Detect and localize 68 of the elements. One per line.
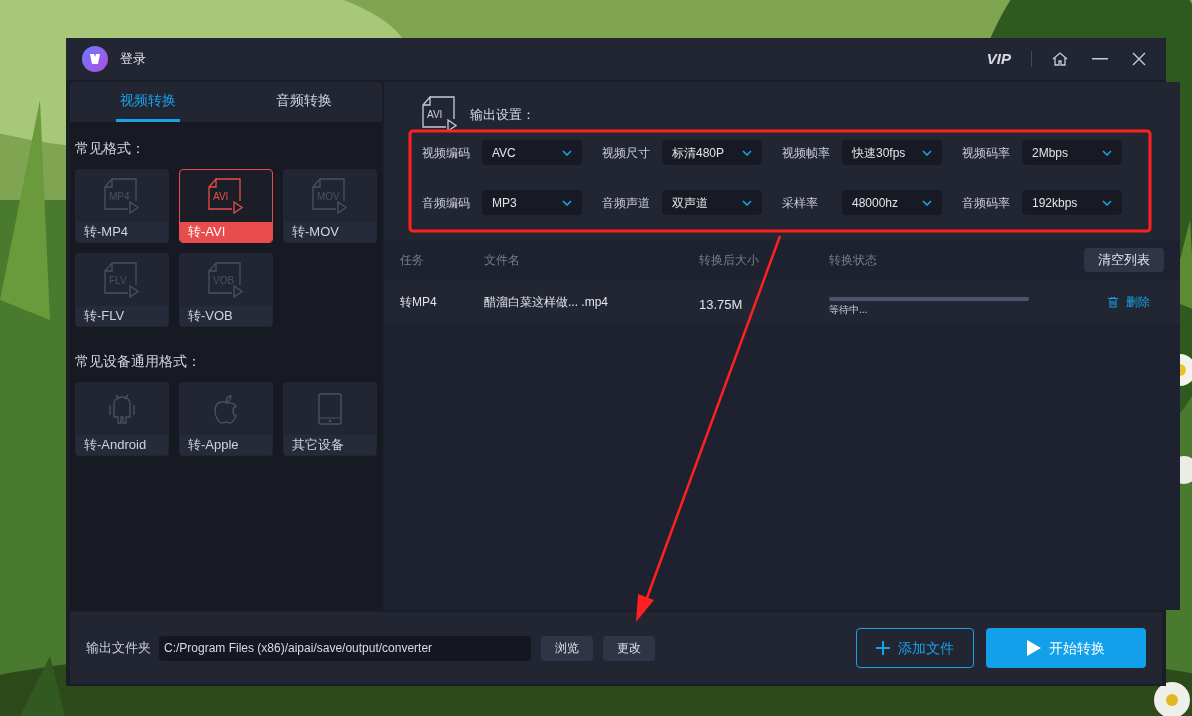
tablet-icon: [318, 393, 342, 425]
dropdown[interactable]: 快速30fps: [842, 140, 942, 165]
field-label: 采样率: [782, 194, 819, 212]
chevron-down-icon: [562, 199, 572, 206]
field-label: 视频尺寸: [602, 144, 651, 162]
column-header: 任务: [400, 253, 424, 267]
chevron-down-icon: [742, 149, 752, 156]
tile-label: 转-Android: [84, 436, 147, 455]
tab[interactable]: 音频转换: [272, 82, 336, 122]
chevron-down-icon: [922, 199, 932, 206]
format-tile[interactable]: AVI 转-AVI: [179, 169, 273, 243]
close-icon[interactable]: [1132, 52, 1146, 66]
play-icon: [1027, 640, 1041, 656]
field-label: 音频编码: [422, 194, 471, 212]
field-label: 音频码率: [962, 194, 1011, 212]
chevron-down-icon: [1102, 199, 1112, 206]
format-tile[interactable]: 其它设备: [283, 382, 377, 456]
dropdown[interactable]: MP3: [482, 190, 582, 215]
tile-label: 转-MP4: [84, 223, 129, 242]
field-label: 视频码率: [962, 144, 1011, 162]
vip-button[interactable]: VIP: [986, 47, 1011, 71]
login-link[interactable]: 登录: [120, 49, 146, 69]
footer-button[interactable]: 浏览: [541, 635, 593, 661]
dropdown[interactable]: 192kbps: [1022, 190, 1122, 215]
chevron-down-icon: [562, 149, 572, 156]
plus-icon: [876, 641, 890, 655]
table-cell: 醋溜白菜这样做... .mp4: [484, 295, 608, 309]
dropdown[interactable]: 48000hz: [842, 190, 942, 215]
footer-button[interactable]: 更改: [603, 635, 655, 661]
chevron-down-icon: [922, 149, 932, 156]
minimize-icon[interactable]: [1092, 58, 1108, 60]
output-path-field[interactable]: C:/Program Files (x86)/aipai/save/output/converter: [159, 635, 531, 661]
column-header: 转换状态: [829, 253, 877, 267]
status-text: 等待中...: [829, 304, 868, 315]
home-icon[interactable]: [1052, 52, 1068, 66]
clear-list-button[interactable]: 清空列表: [1084, 248, 1164, 272]
avatar-icon: [82, 46, 108, 72]
tile-label: 转-VOB: [188, 307, 233, 326]
tile-label: 转-FLV: [84, 307, 125, 326]
tab[interactable]: 视频转换: [116, 82, 180, 122]
tile-label: 其它设备: [292, 436, 344, 455]
dropdown[interactable]: 2Mbps: [1022, 140, 1122, 165]
section-title: 常见设备通用格式：: [75, 352, 202, 371]
tile-label: 转-MOV: [292, 223, 339, 242]
chevron-down-icon: [742, 199, 752, 206]
section-title: 常见格式：: [75, 139, 146, 158]
dropdown[interactable]: 双声道: [662, 190, 762, 215]
format-tile[interactable]: 转-Android: [75, 382, 169, 456]
apple-icon: [213, 394, 239, 424]
trash-icon: [1108, 296, 1118, 308]
dropdown[interactable]: AVC: [482, 140, 582, 165]
table-cell: 转MP4: [400, 295, 437, 309]
column-header: 文件名: [484, 253, 520, 267]
section-title: 输出设置：: [470, 105, 535, 124]
delete-button[interactable]: 删除: [1108, 293, 1150, 311]
tile-label: 转-AVI: [188, 223, 226, 242]
chevron-down-icon: [1102, 149, 1112, 156]
field-label: 音频声道: [602, 194, 651, 212]
add-file-button[interactable]: 添加文件: [856, 628, 974, 668]
format-tile[interactable]: 转-Apple: [179, 382, 273, 456]
output-folder-label: 输出文件夹: [86, 639, 151, 658]
tile-label: 转-Apple: [188, 436, 239, 455]
dropdown[interactable]: 标清480P: [662, 140, 762, 165]
table-cell: 13.75M: [699, 297, 743, 313]
field-label: 视频帧率: [782, 144, 831, 162]
android-icon: [108, 393, 136, 425]
column-header: 转换后大小: [699, 253, 759, 267]
field-label: 视频编码: [422, 144, 471, 162]
